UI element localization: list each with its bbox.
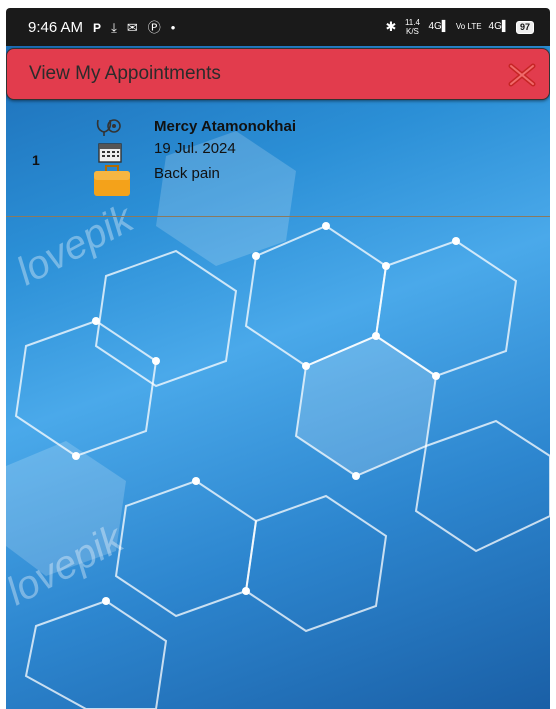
signal-4g-icon: 4G▌ [428, 21, 449, 32]
calendar-icon [98, 143, 122, 163]
dot-icon: • [170, 19, 176, 35]
phone-screen: 9:46 AM P ⤓ ✉ Ⓟ • ✱ 11.4 K/S 4G▌ Vo LTE … [6, 8, 550, 709]
signal-4g-icon-2: 4G▌ [488, 21, 509, 32]
close-icon [508, 63, 536, 87]
close-button[interactable] [507, 60, 537, 90]
briefcase-icon [94, 165, 130, 196]
network-speed: 11.4 K/S [404, 18, 420, 36]
stethoscope-icon [96, 119, 121, 136]
parking-icon: P [93, 20, 102, 35]
appointment-row[interactable]: 1 Mercy Atamonokhai 19 Jul. 2024 Back pa… [6, 108, 550, 217]
pinterest-icon: Ⓟ [147, 19, 161, 35]
battery-icon: 97 [515, 20, 534, 34]
bluetooth-icon: ✱ [385, 19, 397, 34]
page-title: View My Appointments [29, 63, 221, 84]
appointment-index: 1 [32, 152, 40, 168]
volte-icon: Vo LTE [455, 22, 482, 31]
download-icon: ⤓ [111, 19, 117, 35]
appointment-reason: Back pain [154, 165, 220, 182]
app-header: View My Appointments [6, 48, 550, 100]
patient-name: Mercy Atamonokhai [154, 118, 296, 135]
appointment-date: 19 Jul. 2024 [154, 140, 236, 157]
status-bar: 9:46 AM P ⤓ ✉ Ⓟ • ✱ 11.4 K/S 4G▌ Vo LTE … [6, 8, 550, 46]
mail-icon: ✉ [126, 19, 138, 35]
status-time: 9:46 AM [28, 19, 84, 36]
